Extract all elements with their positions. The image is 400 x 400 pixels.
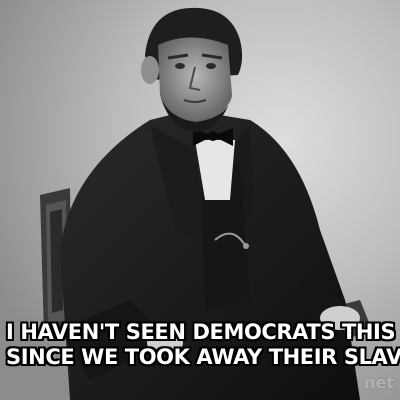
meme-image: I HAVEN'T SEEN DEMOCRATS THIS ANGRY SINC… <box>0 0 400 400</box>
caption-line-2: SINCE WE TOOK AWAY THEIR SLAVES <box>6 345 400 369</box>
watermark: net <box>364 373 394 392</box>
meme-caption: I HAVEN'T SEEN DEMOCRATS THIS ANGRY SINC… <box>6 320 400 370</box>
caption-line-1: I HAVEN'T SEEN DEMOCRATS THIS ANGRY <box>6 320 400 344</box>
